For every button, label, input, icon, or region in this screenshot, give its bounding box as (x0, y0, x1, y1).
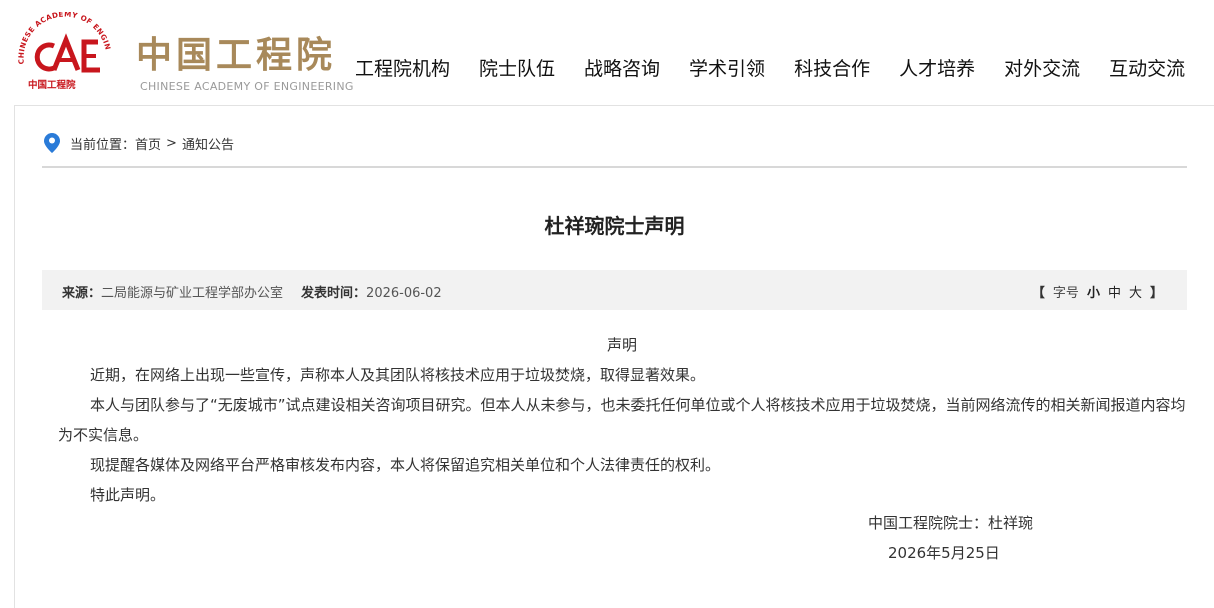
nav-item-institution[interactable]: 工程院机构 (355, 54, 450, 81)
breadcrumb-home-link[interactable]: 首页 (135, 134, 161, 153)
article-meta-info: 来源：二局能源与矿业工程学部办公室 发表时间：2026-06-02 (62, 282, 442, 301)
source-value: 二局能源与矿业工程学部办公室 (101, 286, 284, 301)
breadcrumb-separator: > (166, 135, 177, 151)
site-logo[interactable]: CHINESE ACADEMY OF ENGINEERING 中国工程院 中国工… (14, 12, 353, 93)
article-meta-bar: 来源：二局能源与矿业工程学部办公室 发表时间：2026-06-02 【字号小中大】 (42, 270, 1187, 310)
paragraph: 特此声明。 (90, 486, 166, 504)
font-size-label: 字号 (1052, 286, 1079, 301)
nav-item-strategic-consulting[interactable]: 战略咨询 (584, 54, 660, 81)
location-pin-icon (44, 133, 60, 153)
breadcrumb-prefix: 当前位置： (70, 137, 136, 153)
font-size-large-button[interactable]: 大 (1129, 286, 1142, 301)
date-label: 发表时间： (301, 286, 367, 301)
breadcrumb-current-link[interactable]: 通知公告 (182, 134, 234, 153)
logo-chinese-name: 中国工程院 (136, 34, 337, 76)
nav-item-academicians[interactable]: 院士队伍 (479, 54, 555, 81)
nav-item-tech-cooperation[interactable]: 科技合作 (794, 54, 870, 81)
academy-emblem-icon: CHINESE ACADEMY OF ENGINEERING 中国工程院 (14, 12, 113, 91)
breadcrumb: 当前位置： 首页 > 通知公告 (44, 133, 234, 153)
header-divider (14, 105, 1214, 106)
nav-item-talent-training[interactable]: 人才培养 (899, 54, 975, 81)
nav-item-international-exchange[interactable]: 对外交流 (1004, 54, 1080, 81)
svg-text:CHINESE ACADEMY OF ENGINEERING: CHINESE ACADEMY OF ENGINEERING (14, 12, 113, 65)
paragraph: 本人与团队参与了“无废城市”试点建设相关咨询项目研究。但本人从未参与，也未委托任… (58, 396, 1186, 444)
statement-heading: 声明 (606, 336, 637, 354)
font-size-small-button[interactable]: 小 (1087, 286, 1100, 301)
breadcrumb-divider (42, 166, 1187, 168)
paragraph: 现提醒各媒体及网络平台严格审核发布内容，本人将保留追究相关单位和个人法律责任的权… (90, 456, 721, 474)
date-value: 2026-06-02 (366, 286, 442, 301)
signature-block: 中国工程院院士：杜祥琬 2026年5月25日 (868, 508, 1033, 568)
signature-date: 2026年5月25日 (888, 544, 1000, 562)
site-header: CHINESE ACADEMY OF ENGINEERING 中国工程院 中国工… (0, 0, 1214, 106)
article-title: 杜祥琬院士声明 (544, 214, 685, 238)
font-size-switcher: 【字号小中大】 (1032, 282, 1163, 301)
logo-english-name: CHINESE ACADEMY OF ENGINEERING (140, 80, 354, 93)
nav-item-academic-leadership[interactable]: 学术引领 (689, 54, 765, 81)
nav-item-interaction[interactable]: 互动交流 (1109, 54, 1185, 81)
source-label: 来源： (62, 286, 102, 301)
svg-text:中国工程院: 中国工程院 (28, 79, 76, 91)
signature: 中国工程院院士：杜祥琬 (868, 514, 1034, 532)
article-content: 声明 近期，在网络上出现一些宣传，声称本人及其团队将核技术应用于垃圾焚烧，取得显… (58, 330, 1186, 510)
bracket-open: 【 (1031, 286, 1045, 301)
content-left-border (14, 105, 15, 608)
main-nav: 工程院机构 院士队伍 战略咨询 学术引领 科技合作 人才培养 对外交流 互动交流 (355, 54, 1214, 81)
paragraph: 近期，在网络上出现一些宣传，声称本人及其团队将核技术应用于垃圾焚烧，取得显著效果… (90, 366, 706, 384)
font-size-medium-button[interactable]: 中 (1108, 286, 1121, 301)
bracket-close: 】 (1149, 286, 1163, 301)
